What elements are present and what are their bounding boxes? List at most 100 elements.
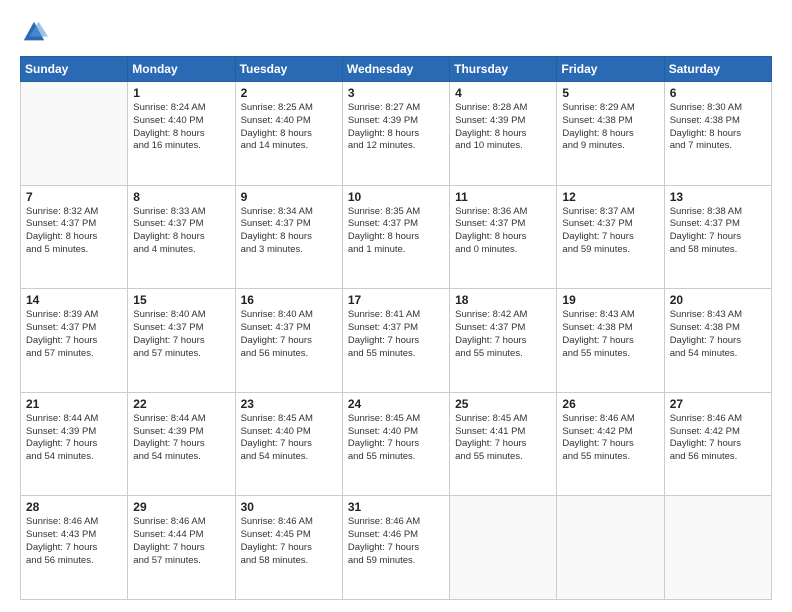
cell-info: Sunrise: 8:37 AM Sunset: 4:37 PM Dayligh… [562,206,658,257]
calendar-cell: 3 Sunrise: 8:27 AM Sunset: 4:39 PM Daylig… [342,82,449,186]
cell-info: Sunrise: 8:44 AM Sunset: 4:39 PM Dayligh… [26,413,122,464]
calendar-day-header: Saturday [664,57,771,82]
day-number: 5 [562,86,658,100]
calendar-cell: 25 Sunrise: 8:45 AM Sunset: 4:41 PM Dayli… [450,392,557,496]
calendar-cell: 17Sunrise: 8:41 AM Sunset: 4:37 PM Dayli… [342,289,449,393]
cell-info: Sunrise: 8:46 AM Sunset: 4:42 PM Dayligh… [670,413,766,464]
calendar-cell: 21 Sunrise: 8:44 AM Sunset: 4:39 PM Dayli… [21,392,128,496]
day-number: 27 [670,397,766,411]
calendar-week-row: 28Sunrise: 8:46 AM Sunset: 4:43 PM Dayli… [21,496,772,600]
day-number: 11 [455,190,551,204]
day-number: 3 [348,86,444,100]
cell-info: Sunrise: 8:34 AM Sunset: 4:37 PM Dayligh… [241,206,337,257]
cell-info: Sunrise: 8:36 AM Sunset: 4:37 PM Dayligh… [455,206,551,257]
day-number: 15 [133,293,229,307]
calendar-cell: 29 Sunrise: 8:46 AM Sunset: 4:44 PM Dayli… [128,496,235,600]
cell-info: Sunrise: 8:27 AM Sunset: 4:39 PM Dayligh… [348,102,444,153]
page: SundayMondayTuesdayWednesdayThursdayFrid… [0,0,792,612]
day-number: 9 [241,190,337,204]
cell-info: Sunrise: 8:25 AM Sunset: 4:40 PM Dayligh… [241,102,337,153]
calendar-cell [450,496,557,600]
cell-info: Sunrise: 8:29 AM Sunset: 4:38 PM Dayligh… [562,102,658,153]
calendar-cell: 16 Sunrise: 8:40 AM Sunset: 4:37 PM Dayli… [235,289,342,393]
calendar-cell: 30Sunrise: 8:46 AM Sunset: 4:45 PM Dayli… [235,496,342,600]
calendar-cell: 22 Sunrise: 8:44 AM Sunset: 4:39 PM Dayli… [128,392,235,496]
calendar-cell [557,496,664,600]
cell-info: Sunrise: 8:40 AM Sunset: 4:37 PM Dayligh… [241,309,337,360]
calendar-cell: 20Sunrise: 8:43 AM Sunset: 4:38 PM Dayli… [664,289,771,393]
cell-info: Sunrise: 8:35 AM Sunset: 4:37 PM Dayligh… [348,206,444,257]
day-number: 8 [133,190,229,204]
cell-info: Sunrise: 8:43 AM Sunset: 4:38 PM Dayligh… [562,309,658,360]
day-number: 21 [26,397,122,411]
calendar-week-row: 1 Sunrise: 8:24 AM Sunset: 4:40 PM Daylig… [21,82,772,186]
calendar-cell [664,496,771,600]
calendar-day-header: Thursday [450,57,557,82]
day-number: 16 [241,293,337,307]
calendar-week-row: 7Sunrise: 8:32 AM Sunset: 4:37 PM Daylig… [21,185,772,289]
day-number: 14 [26,293,122,307]
cell-info: Sunrise: 8:44 AM Sunset: 4:39 PM Dayligh… [133,413,229,464]
cell-info: Sunrise: 8:40 AM Sunset: 4:37 PM Dayligh… [133,309,229,360]
calendar-cell: 27 Sunrise: 8:46 AM Sunset: 4:42 PM Dayli… [664,392,771,496]
cell-info: Sunrise: 8:32 AM Sunset: 4:37 PM Dayligh… [26,206,122,257]
calendar-cell: 10Sunrise: 8:35 AM Sunset: 4:37 PM Dayli… [342,185,449,289]
calendar-cell: 5 Sunrise: 8:29 AM Sunset: 4:38 PM Daylig… [557,82,664,186]
cell-info: Sunrise: 8:33 AM Sunset: 4:37 PM Dayligh… [133,206,229,257]
day-number: 31 [348,500,444,514]
day-number: 23 [241,397,337,411]
day-number: 19 [562,293,658,307]
logo-icon [20,18,48,46]
day-number: 17 [348,293,444,307]
day-number: 20 [670,293,766,307]
calendar-header-row: SundayMondayTuesdayWednesdayThursdayFrid… [21,57,772,82]
calendar-cell: 4Sunrise: 8:28 AM Sunset: 4:39 PM Daylig… [450,82,557,186]
calendar-cell: 26Sunrise: 8:46 AM Sunset: 4:42 PM Dayli… [557,392,664,496]
header [20,18,772,46]
calendar-day-header: Friday [557,57,664,82]
cell-info: Sunrise: 8:42 AM Sunset: 4:37 PM Dayligh… [455,309,551,360]
cell-info: Sunrise: 8:24 AM Sunset: 4:40 PM Dayligh… [133,102,229,153]
calendar-week-row: 21 Sunrise: 8:44 AM Sunset: 4:39 PM Dayli… [21,392,772,496]
cell-info: Sunrise: 8:45 AM Sunset: 4:41 PM Dayligh… [455,413,551,464]
calendar-cell: 31 Sunrise: 8:46 AM Sunset: 4:46 PM Dayli… [342,496,449,600]
calendar-cell: 18 Sunrise: 8:42 AM Sunset: 4:37 PM Dayli… [450,289,557,393]
day-number: 1 [133,86,229,100]
cell-info: Sunrise: 8:45 AM Sunset: 4:40 PM Dayligh… [241,413,337,464]
day-number: 28 [26,500,122,514]
cell-info: Sunrise: 8:46 AM Sunset: 4:45 PM Dayligh… [241,516,337,567]
calendar-cell: 2 Sunrise: 8:25 AM Sunset: 4:40 PM Daylig… [235,82,342,186]
cell-info: Sunrise: 8:39 AM Sunset: 4:37 PM Dayligh… [26,309,122,360]
calendar-cell: 12 Sunrise: 8:37 AM Sunset: 4:37 PM Dayli… [557,185,664,289]
day-number: 2 [241,86,337,100]
cell-info: Sunrise: 8:38 AM Sunset: 4:37 PM Dayligh… [670,206,766,257]
calendar-cell: 9 Sunrise: 8:34 AM Sunset: 4:37 PM Daylig… [235,185,342,289]
calendar-cell [21,82,128,186]
logo [20,18,52,46]
day-number: 6 [670,86,766,100]
calendar-cell: 7Sunrise: 8:32 AM Sunset: 4:37 PM Daylig… [21,185,128,289]
day-number: 22 [133,397,229,411]
calendar-cell: 28Sunrise: 8:46 AM Sunset: 4:43 PM Dayli… [21,496,128,600]
calendar-week-row: 14 Sunrise: 8:39 AM Sunset: 4:37 PM Dayli… [21,289,772,393]
day-number: 13 [670,190,766,204]
day-number: 29 [133,500,229,514]
cell-info: Sunrise: 8:30 AM Sunset: 4:38 PM Dayligh… [670,102,766,153]
calendar-day-header: Sunday [21,57,128,82]
calendar-cell: 19 Sunrise: 8:43 AM Sunset: 4:38 PM Dayli… [557,289,664,393]
day-number: 12 [562,190,658,204]
calendar-cell: 8 Sunrise: 8:33 AM Sunset: 4:37 PM Daylig… [128,185,235,289]
calendar-cell: 13 Sunrise: 8:38 AM Sunset: 4:37 PM Dayli… [664,185,771,289]
cell-info: Sunrise: 8:46 AM Sunset: 4:44 PM Dayligh… [133,516,229,567]
day-number: 25 [455,397,551,411]
calendar-cell: 23 Sunrise: 8:45 AM Sunset: 4:40 PM Dayli… [235,392,342,496]
cell-info: Sunrise: 8:46 AM Sunset: 4:46 PM Dayligh… [348,516,444,567]
calendar-table: SundayMondayTuesdayWednesdayThursdayFrid… [20,56,772,600]
calendar-cell: 14 Sunrise: 8:39 AM Sunset: 4:37 PM Dayli… [21,289,128,393]
calendar-day-header: Monday [128,57,235,82]
day-number: 24 [348,397,444,411]
cell-info: Sunrise: 8:28 AM Sunset: 4:39 PM Dayligh… [455,102,551,153]
day-number: 18 [455,293,551,307]
calendar-cell: 24 Sunrise: 8:45 AM Sunset: 4:40 PM Dayli… [342,392,449,496]
cell-info: Sunrise: 8:45 AM Sunset: 4:40 PM Dayligh… [348,413,444,464]
